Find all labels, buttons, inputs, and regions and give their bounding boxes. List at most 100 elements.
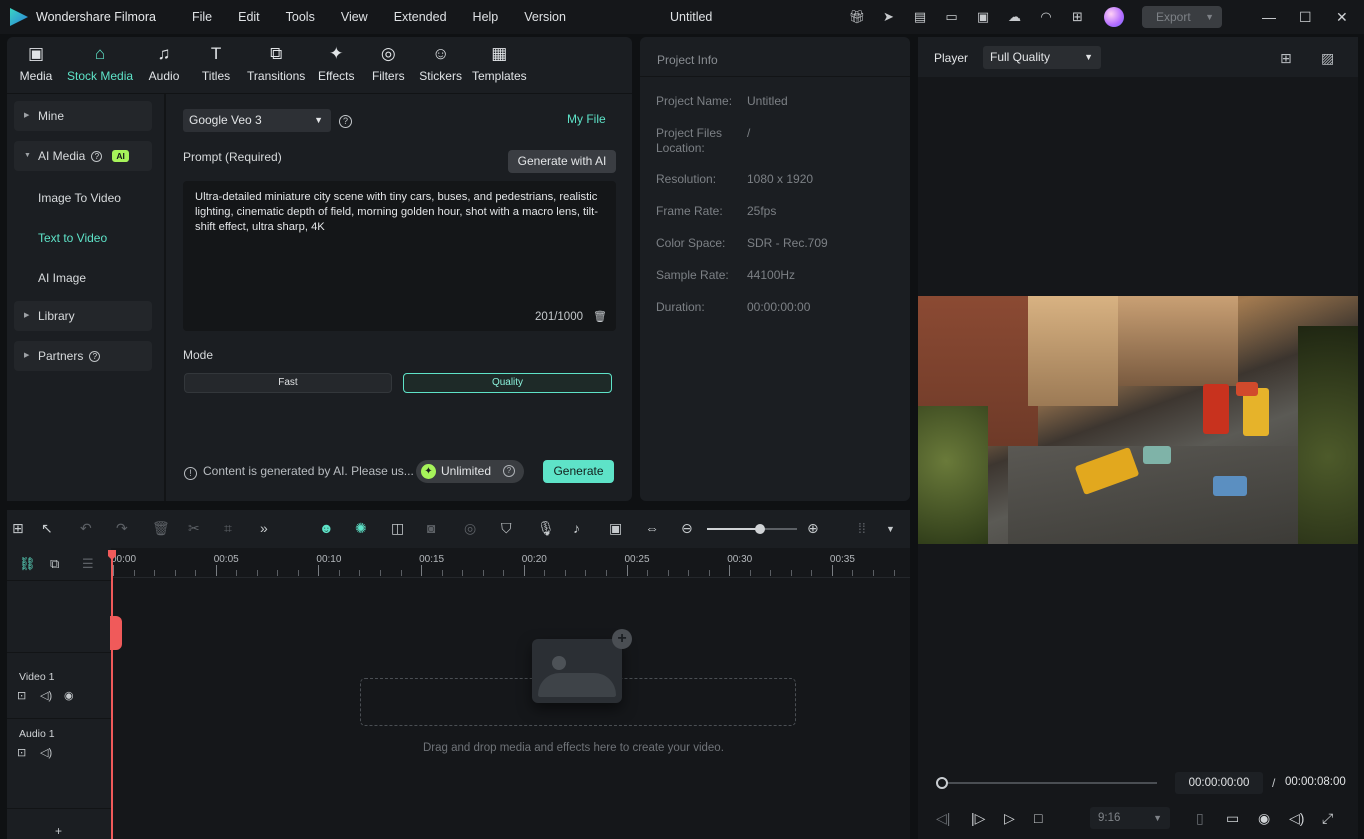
quality-select[interactable]: Full Quality ▼	[983, 46, 1101, 69]
timeline-ruler[interactable]: 00:00 00:05 00:10 00:15 00:20 00:25 00:30 00:35	[111, 548, 910, 578]
zoom-slider-handle[interactable]	[755, 524, 765, 534]
save-icon[interactable]: ▣	[974, 8, 992, 26]
tab-audio[interactable]: ♫ Audio	[143, 43, 185, 83]
column-settings-icon[interactable]: ⁞⁞	[858, 520, 866, 536]
menu-file[interactable]: File	[192, 10, 212, 24]
send-icon[interactable]: ➤	[880, 8, 898, 26]
track-manager-icon[interactable]: ☰	[82, 556, 94, 572]
unlimited-badge[interactable]: ✦ Unlimited?	[416, 460, 524, 483]
export-button[interactable]: Export ▼	[1142, 6, 1222, 28]
menu-edit[interactable]: Edit	[238, 10, 260, 24]
camera-icon[interactable]: ◙	[427, 520, 435, 536]
tab-stock-media[interactable]: ⌂ Stock Media	[67, 43, 133, 83]
sidebar-item-ai-image[interactable]: AI Image	[38, 271, 86, 285]
menu-view[interactable]: View	[341, 10, 368, 24]
sidebar-item-text-to-video[interactable]: Text to Video	[38, 231, 107, 245]
tab-transitions[interactable]: ⧉ Transitions	[247, 43, 305, 83]
current-timecode[interactable]: 00:00:00:00	[1175, 772, 1263, 794]
delete-icon[interactable]: 🗑︎	[152, 520, 170, 537]
close-icon[interactable]: ✕	[1336, 9, 1348, 26]
mode-quality-button[interactable]: Quality	[403, 373, 612, 393]
playhead-marker[interactable]	[110, 616, 122, 650]
eye-icon[interactable]: ◉	[64, 689, 74, 702]
tab-effects[interactable]: ✦ Effects	[315, 43, 357, 83]
fit-width-icon[interactable]: ⇔	[645, 520, 659, 536]
help-icon[interactable]: ?	[339, 115, 352, 128]
menu-help[interactable]: Help	[473, 10, 499, 24]
menu-version[interactable]: Version	[524, 10, 566, 24]
volume-icon[interactable]: ◁)	[1289, 810, 1304, 827]
tab-templates[interactable]: ▦ Templates	[472, 43, 527, 83]
shield-icon[interactable]: ⛉	[501, 520, 512, 537]
display-icon[interactable]: ▭	[1226, 810, 1239, 827]
menu-tools[interactable]: Tools	[286, 10, 315, 24]
sidebar-item-partners[interactable]: ▶ Partners?	[14, 341, 152, 371]
model-select[interactable]: Google Veo 3 ▼	[183, 109, 331, 132]
grid-view-icon[interactable]: ⊞	[1280, 50, 1292, 67]
speed-icon[interactable]: ◫	[391, 520, 404, 537]
select-tool-icon[interactable]: ↖	[41, 520, 53, 537]
ai-effects-icon[interactable]: ✺	[355, 520, 367, 537]
chevron-down-icon[interactable]: ▼	[886, 524, 895, 534]
ai-robot-icon[interactable]: ☻	[319, 520, 334, 536]
add-track-button[interactable]: +	[55, 824, 62, 838]
speaker-icon[interactable]: ◁)	[40, 746, 52, 759]
minimize-icon[interactable]: —	[1262, 9, 1276, 25]
trash-icon[interactable]: 🗑︎	[593, 310, 607, 325]
help-icon[interactable]: ?	[503, 465, 515, 477]
lock-icon[interactable]: ⊡	[17, 746, 26, 759]
lock-icon[interactable]: ⊡	[17, 689, 26, 702]
next-frame-icon[interactable]: |▷	[971, 810, 985, 827]
help-icon[interactable]: ?	[89, 351, 101, 362]
sidebar-item-mine[interactable]: ▶ Mine	[14, 101, 152, 131]
progress-track[interactable]	[943, 782, 1157, 784]
sidebar-item-library[interactable]: ▶ Library	[14, 301, 152, 331]
crop-icon[interactable]: ⌗	[224, 520, 232, 537]
generate-button[interactable]: Generate	[543, 460, 614, 483]
menu-extended[interactable]: Extended	[394, 10, 447, 24]
playhead[interactable]	[111, 550, 113, 839]
clip-sync-icon[interactable]: ▣	[609, 520, 622, 537]
my-file-link[interactable]: My File	[567, 112, 606, 126]
add-track-icon[interactable]: ⧉	[50, 556, 59, 572]
sidebar-item-ai-media[interactable]: ▼ AI Media? AI	[14, 141, 152, 171]
gift-icon[interactable]: 🎁︎	[848, 8, 866, 26]
generate-with-ai-button[interactable]: Generate with AI	[508, 150, 616, 173]
undo-icon[interactable]: ↶	[80, 520, 92, 537]
audio-list-icon[interactable]: ♪	[573, 520, 580, 536]
play-icon[interactable]: ▷	[1004, 810, 1015, 827]
cloud-upload-icon[interactable]: ☁	[1006, 8, 1024, 26]
maximize-icon[interactable]: ☐	[1299, 9, 1312, 26]
zoom-out-icon[interactable]: ⊖	[681, 520, 693, 537]
progress-handle[interactable]	[936, 777, 948, 789]
aspect-ratio-select[interactable]: 9:16 ▼	[1090, 807, 1170, 829]
tab-media[interactable]: ▣ Media	[15, 43, 57, 83]
previous-frame-icon[interactable]: ◁|	[936, 810, 950, 827]
link-icon[interactable]: ⛓	[19, 556, 36, 572]
tab-stickers[interactable]: ☺ Stickers	[419, 43, 462, 83]
tab-filters[interactable]: ◎ Filters	[367, 43, 409, 83]
fullscreen-icon[interactable]: ⤢	[1322, 810, 1333, 827]
zoom-in-icon[interactable]: ⊕	[807, 520, 819, 537]
more-tools-icon[interactable]: »	[260, 520, 268, 536]
speaker-icon[interactable]: ◁)	[40, 689, 52, 702]
apps-icon[interactable]: ⊞	[1069, 8, 1087, 26]
image-icon[interactable]: ▨	[1321, 50, 1334, 67]
microphone-icon[interactable]: 🎙︎	[537, 520, 555, 537]
headset-icon[interactable]: ◠	[1037, 8, 1055, 26]
cut-icon[interactable]: ✂	[188, 520, 200, 537]
prompt-textarea[interactable]: Ultra-detailed miniature city scene with…	[183, 181, 616, 331]
help-icon[interactable]: ?	[91, 151, 103, 162]
stop-icon[interactable]: □	[1034, 810, 1042, 826]
snapshot-icon[interactable]: ◉	[1258, 810, 1270, 827]
layout-grid-icon[interactable]: ⊞	[12, 520, 24, 537]
redo-icon[interactable]: ↷	[116, 520, 128, 537]
mark-icon[interactable]: ▯	[1196, 810, 1204, 827]
sidebar-item-image-to-video[interactable]: Image To Video	[38, 191, 121, 205]
tab-titles[interactable]: T Titles	[195, 43, 237, 83]
motion-icon[interactable]: ◎	[464, 520, 476, 537]
layout-icon[interactable]: ▭	[943, 8, 961, 26]
news-icon[interactable]: ▤	[911, 8, 929, 26]
avatar[interactable]	[1104, 7, 1124, 27]
mode-fast-button[interactable]: Fast	[184, 373, 392, 393]
